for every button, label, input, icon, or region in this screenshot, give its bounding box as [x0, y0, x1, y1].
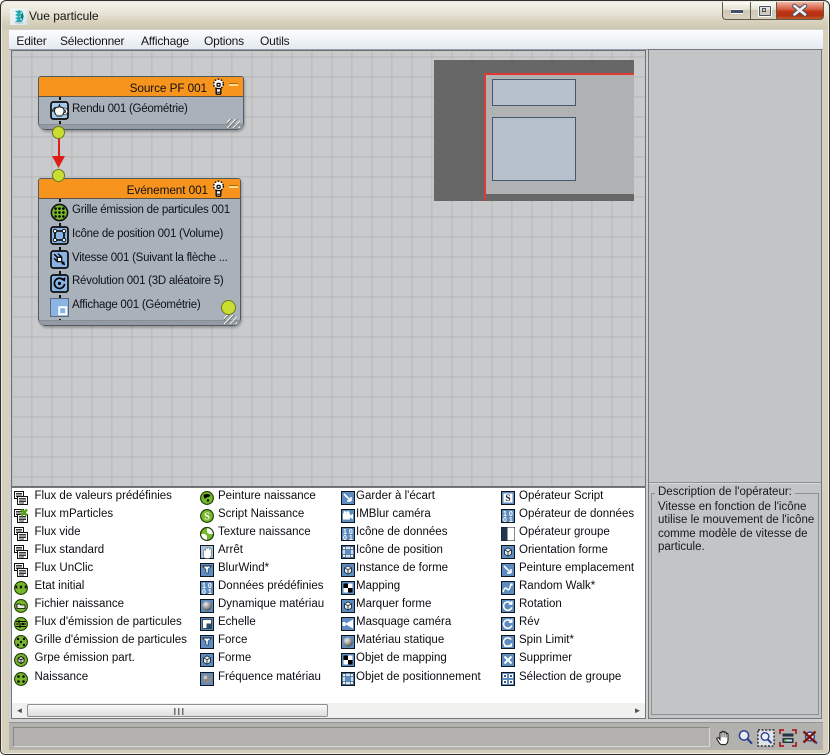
svg-text:0: 0 — [343, 535, 347, 541]
svg-text:1: 1 — [509, 517, 513, 523]
svg-text:1: 1 — [349, 535, 353, 541]
svg-text:S: S — [204, 511, 210, 522]
svg-text:1: 1 — [208, 589, 212, 595]
svg-text:0: 0 — [202, 589, 206, 595]
svg-text:S: S — [505, 494, 510, 504]
svg-text:0: 0 — [503, 517, 507, 523]
